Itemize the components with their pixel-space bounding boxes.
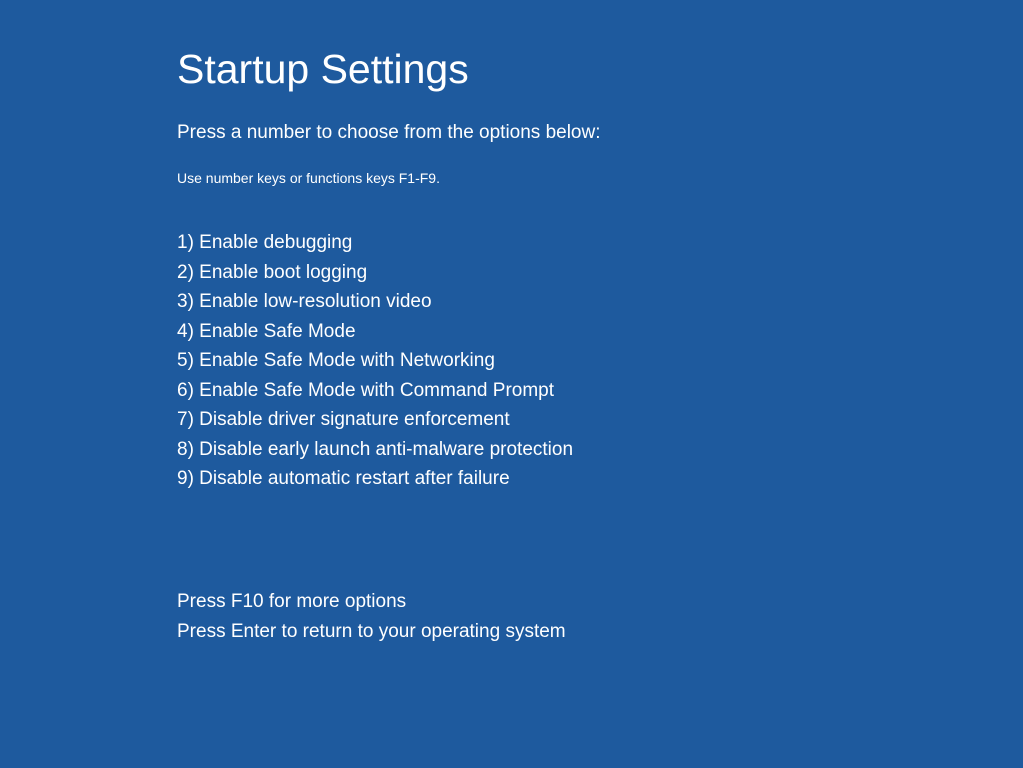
option-enable-safe-mode-command-prompt[interactable]: 6) Enable Safe Mode with Command Prompt xyxy=(177,376,1023,406)
instruction-text: Press a number to choose from the option… xyxy=(177,122,1023,144)
option-disable-automatic-restart[interactable]: 9) Disable automatic restart after failu… xyxy=(177,464,1023,494)
startup-settings-screen: Startup Settings Press a number to choos… xyxy=(0,0,1023,494)
hint-text: Use number keys or functions keys F1-F9. xyxy=(177,170,1023,186)
option-disable-driver-signature-enforcement[interactable]: 7) Disable driver signature enforcement xyxy=(177,405,1023,435)
option-enable-boot-logging[interactable]: 2) Enable boot logging xyxy=(177,258,1023,288)
option-enable-safe-mode-networking[interactable]: 5) Enable Safe Mode with Networking xyxy=(177,346,1023,376)
option-disable-early-launch-anti-malware[interactable]: 8) Disable early launch anti-malware pro… xyxy=(177,435,1023,465)
options-list: 1) Enable debugging 2) Enable boot loggi… xyxy=(177,228,1023,494)
return-hint: Press Enter to return to your operating … xyxy=(177,617,566,647)
page-title: Startup Settings xyxy=(177,46,1023,93)
footer-hints: Press F10 for more options Press Enter t… xyxy=(177,587,566,646)
more-options-hint: Press F10 for more options xyxy=(177,587,566,617)
option-enable-debugging[interactable]: 1) Enable debugging xyxy=(177,228,1023,258)
option-enable-safe-mode[interactable]: 4) Enable Safe Mode xyxy=(177,317,1023,347)
option-enable-low-resolution-video[interactable]: 3) Enable low-resolution video xyxy=(177,287,1023,317)
